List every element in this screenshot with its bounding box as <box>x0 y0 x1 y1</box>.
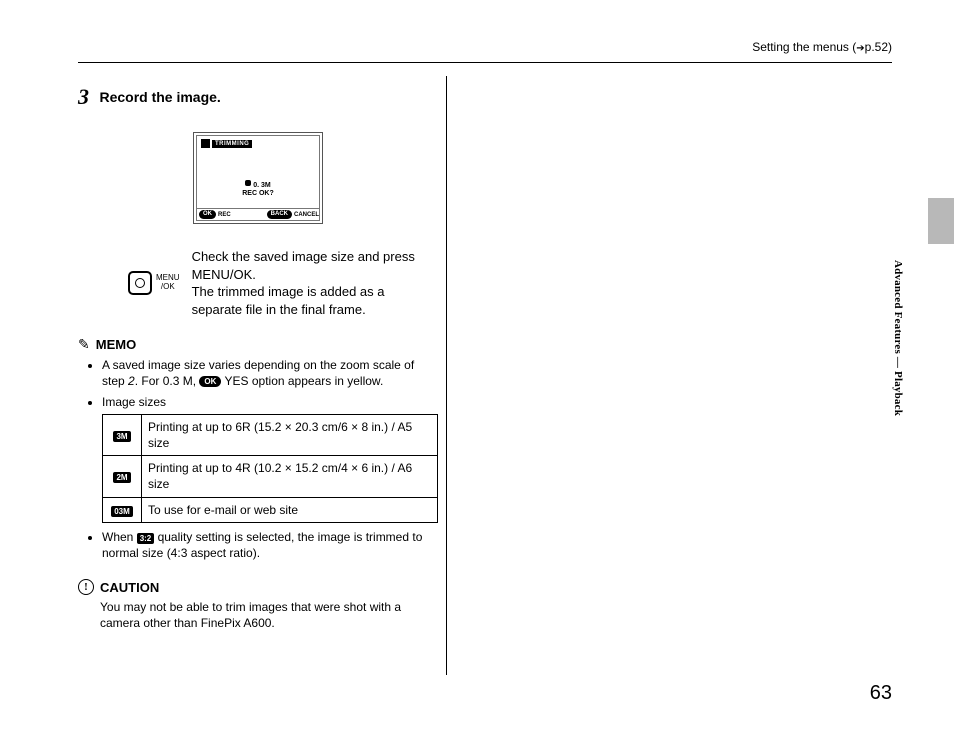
image-sizes-table: 3M Printing at up to 6R (15.2 × 20.3 cm/… <box>102 414 438 523</box>
ok-pill-inline-icon: OK <box>199 376 221 387</box>
menu-ok-label: MENU /OK <box>156 274 180 292</box>
lcd-mode-tag: TRIMMING <box>201 139 252 148</box>
button-outline-icon <box>128 271 152 295</box>
playback-icon <box>201 139 210 148</box>
step-heading: 3 Record the image. <box>78 84 438 110</box>
size-badge-icon: 3M <box>113 431 130 442</box>
lcd-size-line: 0. 3M <box>197 180 319 190</box>
instruction-p2: The trimmed image is added as a separate… <box>192 283 432 318</box>
memo-hand-icon: ✎ <box>78 336 90 353</box>
memo-item-2: Image sizes 3M Printing at up to 6R (15.… <box>102 394 438 523</box>
caution-heading: ! CAUTION <box>78 579 438 595</box>
section-side-label: Advanced Features — Playback <box>892 260 904 416</box>
lcd-bottom-bar: OK REC BACK CANCEL <box>197 208 319 220</box>
memo-item-3: When 3:2 quality setting is selected, th… <box>102 529 438 561</box>
lcd-confirm-line: REC OK? <box>197 190 319 198</box>
ok-pill-icon: OK <box>199 210 216 219</box>
memo-label: MEMO <box>96 337 136 352</box>
header-text: Setting the menus ( <box>752 40 856 54</box>
header-chapter-ref: Setting the menus (➔p.52) <box>752 40 892 54</box>
instruction-p1: Check the saved image size and press MEN… <box>192 248 432 283</box>
memo-item-1: A saved image size varies depending on t… <box>102 357 438 389</box>
size-badge-icon: 2M <box>113 472 130 483</box>
instruction-block: MENU /OK Check the saved image size and … <box>78 248 438 318</box>
column-divider <box>446 76 447 675</box>
lcd-cancel-label: CANCEL <box>294 212 319 218</box>
memo-heading: ✎ MEMO <box>78 336 438 353</box>
step-number: 3 <box>78 84 89 109</box>
size-desc: To use for e-mail or web site <box>142 497 438 522</box>
back-pill-icon: BACK <box>267 210 292 219</box>
lcd-inner: TRIMMING 0. 3M REC OK? OK REC BACK CANCE… <box>196 135 320 221</box>
size-desc: Printing at up to 4R (10.2 × 15.2 cm/4 ×… <box>142 456 438 497</box>
header-page-ref: p.52) <box>865 40 892 54</box>
lcd-mode-label: TRIMMING <box>212 140 252 148</box>
page-number: 63 <box>870 682 892 705</box>
memo-list: A saved image size varies depending on t… <box>102 357 438 561</box>
table-row: 2M Printing at up to 4R (10.2 × 15.2 cm/… <box>103 456 438 497</box>
size-badge-icon: 03M <box>111 506 133 517</box>
manual-page: Setting the menus (➔p.52) 3 Record the i… <box>0 0 954 755</box>
section-thumb-tab <box>928 198 954 244</box>
step-title: Record the image. <box>99 89 220 105</box>
lcd-center-text: 0. 3M REC OK? <box>197 180 319 199</box>
left-column: 3 Record the image. TRIMMING 0. 3M REC O… <box>78 84 438 631</box>
instruction-text: Check the saved image size and press MEN… <box>192 248 432 318</box>
caution-label: CAUTION <box>100 580 159 595</box>
menu-ok-button-icon: MENU /OK <box>128 248 180 318</box>
aspect-ratio-badge-icon: 3:2 <box>137 533 155 544</box>
camera-lcd-illustration: TRIMMING 0. 3M REC OK? OK REC BACK CANCE… <box>193 132 323 224</box>
lcd-rec-label: REC <box>218 212 231 218</box>
arrow-right-icon: ➔ <box>856 43 864 54</box>
step-ref: 2 <box>128 374 135 388</box>
caution-icon: ! <box>78 579 94 595</box>
size-desc: Printing at up to 6R (15.2 × 20.3 cm/6 ×… <box>142 414 438 455</box>
header-rule <box>78 62 892 63</box>
table-row: 03M To use for e-mail or web site <box>103 497 438 522</box>
caution-text: You may not be able to trim images that … <box>100 599 438 631</box>
table-row: 3M Printing at up to 6R (15.2 × 20.3 cm/… <box>103 414 438 455</box>
